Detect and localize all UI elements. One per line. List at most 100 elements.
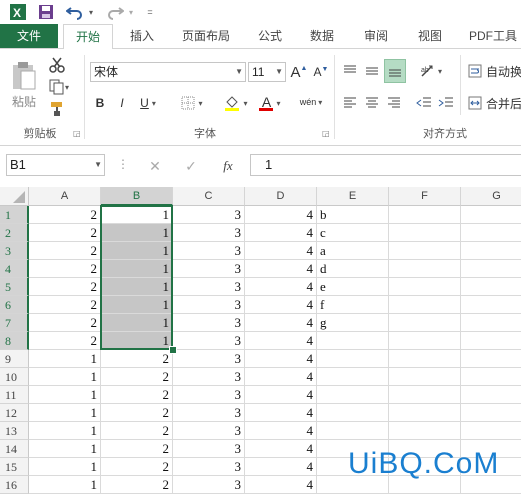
cell-d1[interactable]: 4 bbox=[245, 206, 317, 224]
cell-c7[interactable]: 3 bbox=[173, 314, 245, 332]
cell-d4[interactable]: 4 bbox=[245, 260, 317, 278]
cell-a5[interactable]: 2 bbox=[29, 278, 101, 296]
cell-d8[interactable]: 4 bbox=[245, 332, 317, 350]
cell-f3[interactable] bbox=[389, 242, 461, 260]
cell-c6[interactable]: 3 bbox=[173, 296, 245, 314]
row-header[interactable]: 14 bbox=[0, 440, 29, 458]
cell-b4[interactable]: 1 bbox=[101, 260, 173, 278]
row-header[interactable]: 2 bbox=[0, 224, 29, 242]
cell-b2[interactable]: 1 bbox=[101, 224, 173, 242]
cell-c3[interactable]: 3 bbox=[173, 242, 245, 260]
wrap-text-button[interactable]: 自动换 bbox=[468, 61, 521, 81]
cell-d7[interactable]: 4 bbox=[245, 314, 317, 332]
cell-g8[interactable] bbox=[461, 332, 521, 350]
cell-e2[interactable]: c bbox=[317, 224, 389, 242]
cell-g2[interactable] bbox=[461, 224, 521, 242]
cell-f6[interactable] bbox=[389, 296, 461, 314]
cell-e13[interactable] bbox=[317, 422, 389, 440]
cell-b14[interactable]: 2 bbox=[101, 440, 173, 458]
column-header-d[interactable]: D bbox=[245, 187, 317, 206]
cell-a8[interactable]: 2 bbox=[29, 332, 101, 350]
font-name-dropdown[interactable]: 宋体 ▼ bbox=[90, 62, 246, 82]
cell-f10[interactable] bbox=[389, 368, 461, 386]
cell-b6[interactable]: 1 bbox=[101, 296, 173, 314]
shrink-font-button[interactable]: A ▼ bbox=[312, 62, 330, 82]
cell-g1[interactable] bbox=[461, 206, 521, 224]
cell-c8[interactable]: 3 bbox=[173, 332, 245, 350]
cell-g10[interactable] bbox=[461, 368, 521, 386]
orientation-button[interactable]: ab ▾ bbox=[416, 61, 446, 81]
cell-a14[interactable]: 1 bbox=[29, 440, 101, 458]
cell-f11[interactable] bbox=[389, 386, 461, 404]
column-header-b[interactable]: B bbox=[101, 187, 173, 206]
row-header[interactable]: 3 bbox=[0, 242, 29, 260]
font-color-button[interactable]: A ▾ bbox=[256, 93, 284, 113]
paste-button[interactable]: 粘贴 bbox=[6, 55, 42, 115]
cell-f7[interactable] bbox=[389, 314, 461, 332]
cell-c5[interactable]: 3 bbox=[173, 278, 245, 296]
tab-view[interactable]: 视图 bbox=[406, 24, 454, 48]
cell-a13[interactable]: 1 bbox=[29, 422, 101, 440]
cell-e8[interactable] bbox=[317, 332, 389, 350]
select-all-corner[interactable] bbox=[0, 187, 29, 206]
row-header[interactable]: 11 bbox=[0, 386, 29, 404]
cell-b10[interactable]: 2 bbox=[101, 368, 173, 386]
cell-b1[interactable]: 1 bbox=[101, 206, 173, 224]
cell-b11[interactable]: 2 bbox=[101, 386, 173, 404]
cell-e4[interactable]: d bbox=[317, 260, 389, 278]
fill-color-button[interactable]: ▾ bbox=[222, 93, 250, 113]
save-icon[interactable] bbox=[36, 2, 56, 22]
tab-formulas[interactable]: 公式 bbox=[248, 24, 292, 48]
cell-g6[interactable] bbox=[461, 296, 521, 314]
cell-a15[interactable]: 1 bbox=[29, 458, 101, 476]
cell-a11[interactable]: 1 bbox=[29, 386, 101, 404]
cell-g5[interactable] bbox=[461, 278, 521, 296]
row-header[interactable]: 4 bbox=[0, 260, 29, 278]
cell-b5[interactable]: 1 bbox=[101, 278, 173, 296]
cell-g9[interactable] bbox=[461, 350, 521, 368]
align-right-icon[interactable] bbox=[384, 93, 404, 113]
cell-f13[interactable] bbox=[389, 422, 461, 440]
row-header[interactable]: 15 bbox=[0, 458, 29, 476]
confirm-entry-icon[interactable]: ✓ bbox=[181, 156, 201, 176]
cell-c2[interactable]: 3 bbox=[173, 224, 245, 242]
column-header-f[interactable]: F bbox=[389, 187, 461, 206]
cell-e12[interactable] bbox=[317, 404, 389, 422]
font-size-dropdown[interactable]: 11 ▼ bbox=[248, 62, 286, 82]
cell-f8[interactable] bbox=[389, 332, 461, 350]
cell-e1[interactable]: b bbox=[317, 206, 389, 224]
tab-insert[interactable]: 插入 bbox=[120, 24, 164, 48]
cell-a3[interactable]: 2 bbox=[29, 242, 101, 260]
cell-b16[interactable]: 2 bbox=[101, 476, 173, 494]
cell-f5[interactable] bbox=[389, 278, 461, 296]
cell-a4[interactable]: 2 bbox=[29, 260, 101, 278]
row-header[interactable]: 10 bbox=[0, 368, 29, 386]
cell-g3[interactable] bbox=[461, 242, 521, 260]
insert-function-icon[interactable]: fx bbox=[217, 156, 239, 176]
cell-e7[interactable]: g bbox=[317, 314, 389, 332]
phonetic-button[interactable]: wén ▾ bbox=[296, 91, 326, 113]
cell-e5[interactable]: e bbox=[317, 278, 389, 296]
cell-d9[interactable]: 4 bbox=[245, 350, 317, 368]
cell-b3[interactable]: 1 bbox=[101, 242, 173, 260]
column-header-c[interactable]: C bbox=[173, 187, 245, 206]
cell-g4[interactable] bbox=[461, 260, 521, 278]
cell-c12[interactable]: 3 bbox=[173, 404, 245, 422]
align-top-icon[interactable] bbox=[340, 61, 360, 81]
redo-dropdown-icon[interactable]: ▾ bbox=[126, 2, 136, 22]
tab-pdf-tools[interactable]: PDF工具 bbox=[462, 24, 521, 48]
cell-e10[interactable] bbox=[317, 368, 389, 386]
cell-a6[interactable]: 2 bbox=[29, 296, 101, 314]
underline-button[interactable]: U ▾ bbox=[136, 93, 160, 113]
cell-d16[interactable]: 4 bbox=[245, 476, 317, 494]
copy-dropdown-icon[interactable]: ▾ bbox=[65, 83, 69, 92]
cell-b15[interactable]: 2 bbox=[101, 458, 173, 476]
align-center-icon[interactable] bbox=[362, 93, 382, 113]
formula-input[interactable]: 1 bbox=[250, 154, 521, 176]
customize-icon[interactable]: = bbox=[144, 2, 156, 22]
cell-b7[interactable]: 1 bbox=[101, 314, 173, 332]
cell-d11[interactable]: 4 bbox=[245, 386, 317, 404]
italic-button[interactable]: I bbox=[114, 93, 130, 113]
cell-f9[interactable] bbox=[389, 350, 461, 368]
cell-f1[interactable] bbox=[389, 206, 461, 224]
